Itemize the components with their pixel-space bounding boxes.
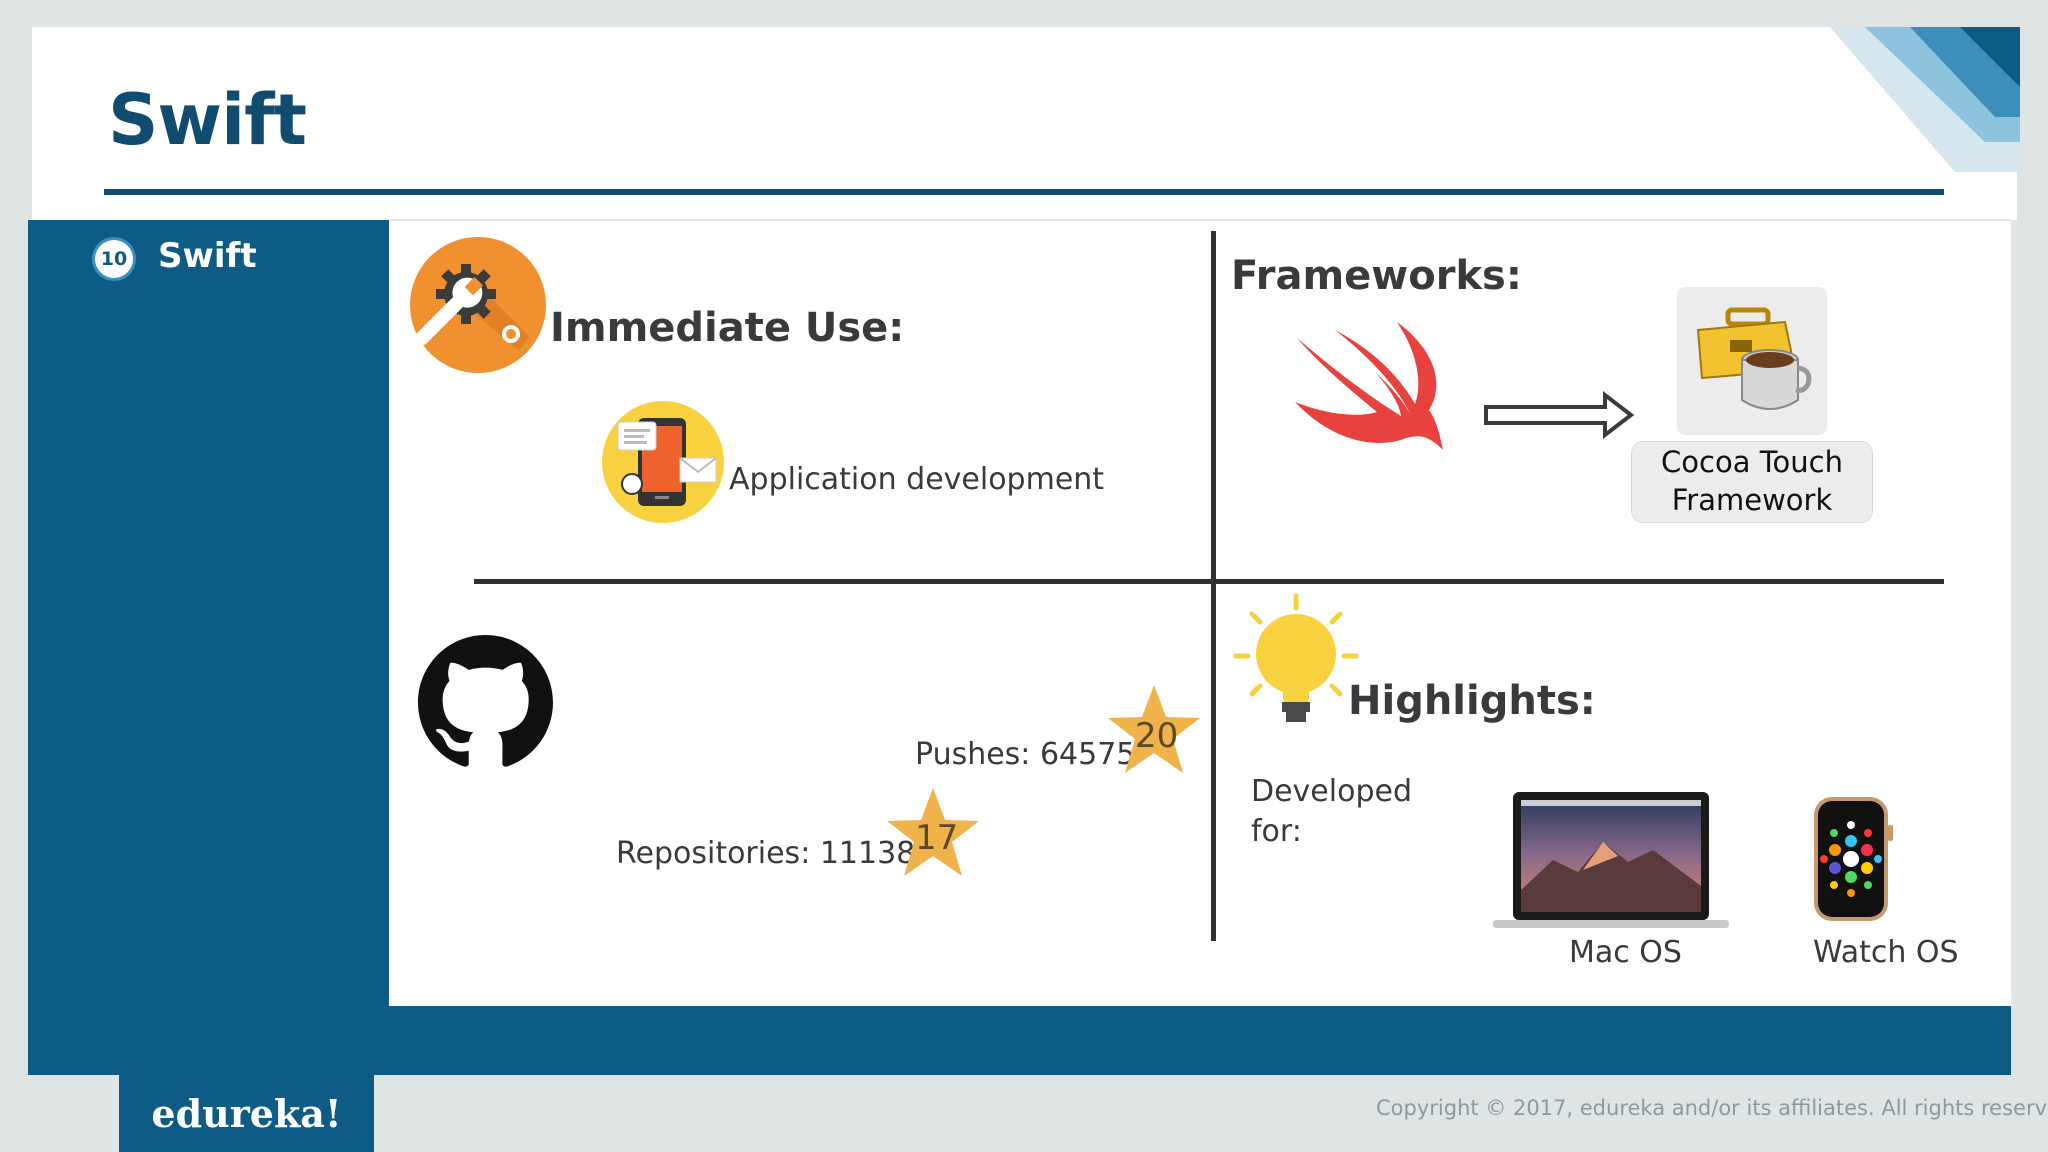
toolbox-icon [1696,307,1812,410]
apple-watch-icon [1814,797,1893,921]
copyright-text: Copyright © 2017, edureka and/or its aff… [1376,1096,2048,1120]
developed-for-line1: Developed [1251,774,1413,809]
cocoa-touch-framework-label: Cocoa Touch Framework [1631,441,1873,523]
arrow-right-icon [1484,390,1635,440]
title-underline [104,189,1944,195]
platform-mac-os: Mac OS [1569,935,1682,970]
horizontal-divider [474,579,1944,584]
page-title: Swift [108,79,307,161]
sidebar-item-swift[interactable]: Swift [158,236,257,276]
platform-watch-os: Watch OS [1813,935,1959,970]
content-top-border [389,219,2011,221]
pushes-label: Pushes: 64575 [915,737,1136,772]
github-octocat-icon [418,635,553,767]
vertical-divider [1211,231,1216,941]
swift-logo-icon [1295,322,1443,450]
repositories-rank: 17 [915,818,959,858]
pushes-rank: 20 [1135,716,1179,756]
highlights-heading: Highlights: [1348,678,1596,724]
application-development-label: Application development [729,462,1105,497]
smartphone-icon [602,401,724,523]
cocoa-label-line2: Framework [1671,483,1833,517]
repositories-label: Repositories: 11138 [616,836,916,871]
immediate-use-heading: Immediate Use: [550,305,905,351]
corner-decoration [1830,27,2020,172]
edureka-logo: edureka! [119,1075,374,1152]
gear-wrench-icon [410,237,546,373]
lightbulb-icon [1233,594,1359,722]
developed-for-line2: for: [1251,814,1302,849]
frameworks-heading: Frameworks: [1231,253,1522,299]
cocoa-label-line1: Cocoa Touch [1661,445,1843,480]
section-number-badge: 10 [95,240,133,278]
macbook-icon [1493,792,1729,928]
